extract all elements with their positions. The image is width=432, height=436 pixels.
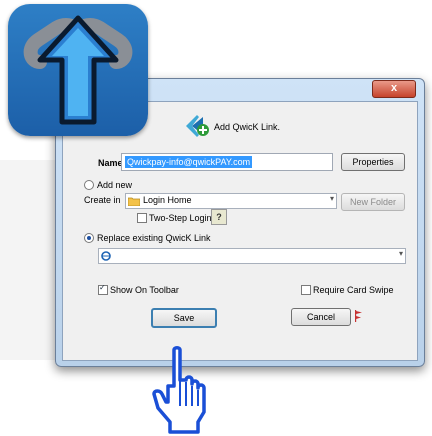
replace-radio[interactable]: [84, 233, 94, 243]
create-in-select[interactable]: Login Home ▾: [125, 193, 337, 209]
flag-icon: [355, 310, 362, 322]
show-toolbar-label: Show On Toolbar: [110, 285, 179, 295]
name-label: Name: [98, 158, 123, 168]
hand-pointer-icon: [152, 346, 206, 434]
new-folder-button[interactable]: New Folder: [341, 193, 405, 211]
dialog-body: Add QwicK Link. Name Qwickpay-info@qwick…: [62, 101, 418, 361]
properties-button[interactable]: Properties: [341, 153, 405, 171]
help-icon[interactable]: ?: [211, 209, 227, 225]
name-value: Qwickpay-info@qwickPAY.com: [125, 156, 253, 168]
add-new-radio[interactable]: [84, 180, 94, 190]
replace-label: Replace existing QwicK Link: [97, 233, 211, 243]
upload-link-icon: [8, 4, 148, 136]
two-step-label: Two-Step Login: [149, 213, 212, 223]
browser-icon: [101, 251, 111, 261]
add-new-label: Add new: [97, 180, 133, 190]
cancel-button[interactable]: Cancel: [291, 308, 351, 326]
chevron-down-icon: ▾: [329, 194, 334, 203]
save-button[interactable]: Save: [151, 308, 217, 328]
add-link-icon: [186, 115, 209, 137]
show-toolbar-checkbox[interactable]: [98, 283, 108, 295]
background-window: ki fi kl: [0, 160, 63, 360]
create-in-label: Create in: [84, 195, 121, 205]
existing-link-select[interactable]: ▾: [98, 248, 406, 264]
folder-icon: [128, 197, 140, 206]
dialog-title: Add QwicK Link.: [214, 122, 281, 132]
require-swipe-checkbox[interactable]: [301, 285, 311, 295]
two-step-checkbox[interactable]: [137, 213, 147, 223]
close-button[interactable]: x: [372, 80, 416, 98]
name-input[interactable]: Qwickpay-info@qwickPAY.com: [121, 153, 333, 171]
require-swipe-label: Require Card Swipe: [313, 285, 394, 295]
chevron-down-icon: ▾: [398, 249, 403, 258]
create-in-value: Login Home: [143, 195, 192, 205]
